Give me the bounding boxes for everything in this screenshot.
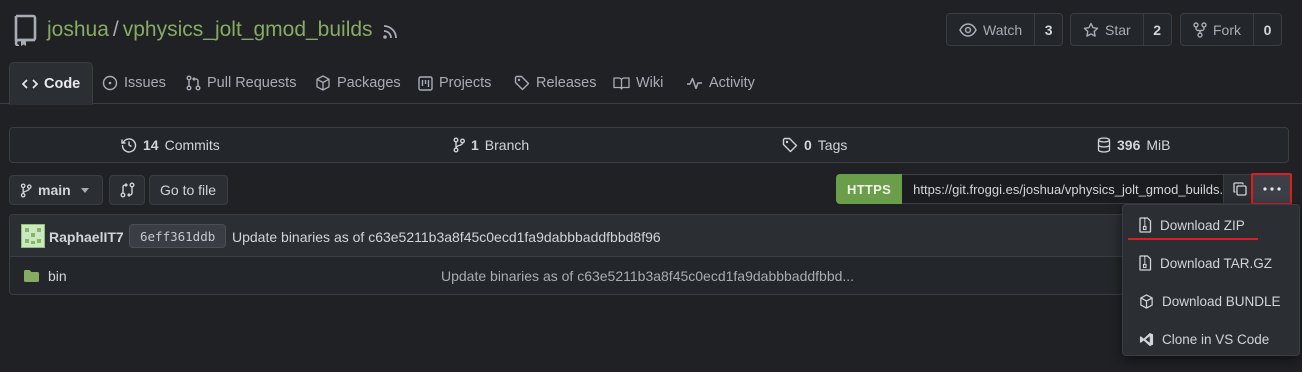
repo-separator: /	[112, 18, 119, 41]
watch-label: Watch	[983, 21, 1023, 38]
pull-request-icon	[186, 75, 201, 91]
rss-icon[interactable]	[381, 23, 399, 41]
star-button[interactable]: Star 2	[1070, 13, 1172, 46]
file-zip-icon	[1139, 217, 1152, 233]
menu-item-download-bundle[interactable]: Download BUNDLE	[1123, 282, 1299, 320]
commit-author[interactable]: RaphaelIT7	[49, 229, 124, 245]
tab-pull-requests[interactable]: Pull Requests	[186, 62, 296, 104]
tab-wiki-label: Wiki	[636, 75, 664, 91]
issue-icon	[102, 75, 118, 91]
branch-icon	[20, 182, 32, 198]
tab-projects-label: Projects	[439, 75, 492, 91]
tab-projects[interactable]: Projects	[418, 62, 491, 104]
tags-stat[interactable]: 0 Tags	[782, 128, 847, 162]
fork-button[interactable]: Fork 0	[1180, 13, 1282, 46]
avatar[interactable]	[21, 224, 45, 248]
menu-item-label: Download BUNDLE	[1162, 293, 1281, 309]
repo-stats-bar: 14 Commits 1 Branch 0 Tags 396 MiB	[9, 127, 1289, 163]
fork-label: Fork	[1213, 21, 1241, 38]
menu-item-label: Download ZIP	[1160, 217, 1245, 233]
folder-icon	[23, 269, 40, 283]
tab-wiki[interactable]: Wiki	[613, 62, 663, 104]
fork-icon	[1193, 21, 1207, 38]
compare-icon	[120, 182, 135, 198]
history-icon	[121, 137, 137, 153]
tab-activity-label: Activity	[709, 75, 755, 91]
tab-issues-label: Issues	[124, 75, 166, 91]
fork-count[interactable]: 0	[1253, 14, 1281, 45]
menu-item-label: Clone in VS Code	[1162, 331, 1270, 347]
pulse-icon	[686, 77, 703, 89]
menu-item-label: Download TAR.GZ	[1160, 255, 1273, 271]
download-menu: Download ZIP Download TAR.GZ Download BU…	[1122, 204, 1300, 356]
tags-label: Tags	[817, 137, 848, 153]
branches-stat[interactable]: 1 Branch	[453, 128, 529, 162]
commits-stat[interactable]: 14 Commits	[121, 128, 220, 162]
tab-packages-label: Packages	[337, 75, 401, 91]
compare-button[interactable]	[109, 175, 145, 205]
repo-tabs: Code Issues Pull Requests Packages Proje…	[0, 62, 1302, 105]
eye-icon	[959, 22, 977, 37]
commits-label: Commits	[164, 137, 220, 153]
tab-code[interactable]: Code	[9, 62, 94, 105]
code-icon	[22, 78, 38, 90]
watch-button[interactable]: Watch 3	[946, 13, 1064, 46]
package-icon	[315, 75, 331, 91]
go-to-file-label: Go to file	[160, 182, 217, 198]
branch-selector[interactable]: main	[9, 175, 103, 205]
star-icon	[1083, 22, 1099, 38]
more-options-button[interactable]	[1251, 173, 1292, 205]
database-icon	[1097, 137, 1111, 153]
tab-releases-label: Releases	[536, 75, 597, 91]
commit-message[interactable]: Update binaries as of c63e5211b3a8f45c0e…	[232, 229, 661, 245]
tab-releases[interactable]: Releases	[514, 62, 596, 104]
vscode-icon	[1139, 332, 1154, 347]
branch-icon	[453, 137, 465, 153]
tab-activity[interactable]: Activity	[686, 62, 755, 104]
tag-icon	[782, 137, 798, 153]
file-commit-message[interactable]: Update binaries as of c63e5211b3a8f45c0e…	[441, 268, 854, 284]
tab-code-label: Code	[44, 75, 81, 92]
repo-name-link[interactable]: vphysics_jolt_gmod_builds	[123, 18, 373, 42]
commits-count: 14	[143, 137, 159, 153]
chevron-down-icon	[80, 187, 89, 193]
tab-packages[interactable]: Packages	[315, 62, 401, 104]
file-name-link[interactable]: bin	[48, 268, 67, 284]
size-count: 396	[1117, 137, 1141, 153]
menu-item-download-targz[interactable]: Download TAR.GZ	[1123, 244, 1299, 282]
tags-count: 0	[804, 137, 812, 153]
repo-title: joshua / vphysics_jolt_gmod_builds	[47, 18, 373, 42]
repo-icon	[12, 14, 38, 46]
size-label: MiB	[1146, 137, 1171, 153]
go-to-file-button[interactable]: Go to file	[149, 175, 228, 205]
kebab-horizontal-icon	[1262, 187, 1281, 191]
package-icon	[1139, 293, 1154, 309]
tab-issues[interactable]: Issues	[102, 62, 166, 104]
commit-sha[interactable]: 6eff361ddb	[129, 224, 227, 248]
table-row: bin Update binaries as of c63e5211b3a8f4…	[10, 257, 1148, 295]
https-button[interactable]: HTTPS	[836, 174, 903, 204]
star-label: Star	[1105, 21, 1131, 38]
branches-count: 1	[471, 137, 479, 153]
copy-icon	[1232, 182, 1247, 196]
menu-item-clone-vscode[interactable]: Clone in VS Code	[1123, 320, 1299, 358]
clone-url-input[interactable]: https://git.froggi.es/joshua/vphysics_jo…	[902, 174, 1225, 204]
tag-icon	[514, 75, 530, 91]
tab-pull-requests-label: Pull Requests	[207, 75, 297, 91]
branches-label: Branch	[484, 137, 530, 153]
project-icon	[418, 75, 433, 91]
star-count[interactable]: 2	[1142, 14, 1171, 45]
branch-name: main	[38, 182, 71, 198]
book-icon	[613, 76, 630, 90]
repo-owner-link[interactable]: joshua	[47, 18, 109, 42]
file-table: RaphaelIT7 6eff361ddb Update binaries as…	[9, 214, 1149, 295]
size-stat: 396 MiB	[1097, 128, 1170, 162]
file-zip-icon	[1139, 255, 1152, 271]
watch-count[interactable]: 3	[1034, 14, 1062, 45]
latest-commit-row: RaphaelIT7 6eff361ddb Update binaries as…	[10, 215, 1148, 257]
highlight-underline	[1128, 238, 1258, 240]
clone-panel: HTTPS https://git.froggi.es/joshua/vphys…	[836, 174, 1257, 204]
